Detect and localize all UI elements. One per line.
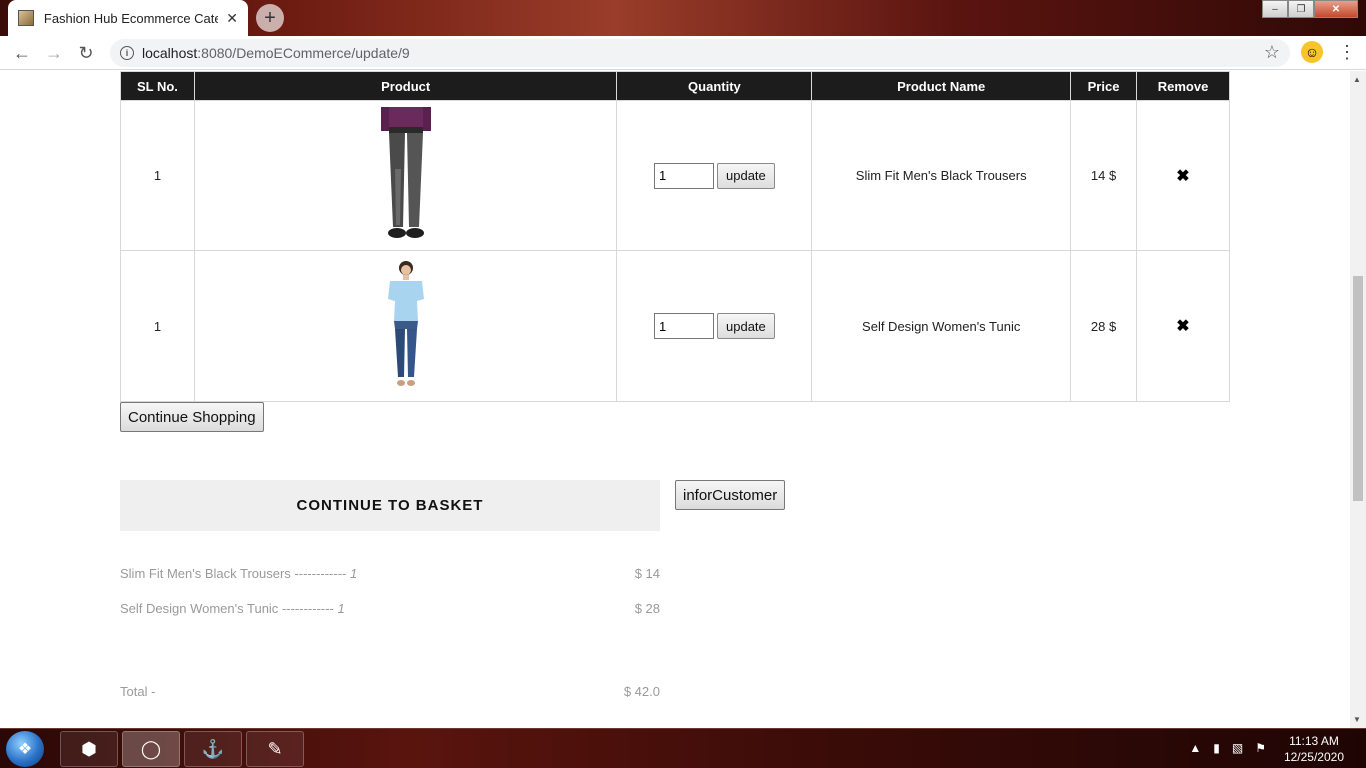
url-path: :8080/DemoECommerce/update/9 xyxy=(197,45,410,61)
taskbar-clock[interactable]: 11:13 AM 12/25/2020 xyxy=(1284,733,1344,765)
browser-title-bar: Fashion Hub Ecommerce Catego ✕ + – ❐ ✕ xyxy=(0,0,1366,36)
chrome-taskbar-icon[interactable]: ◯ xyxy=(122,731,180,767)
page-viewport: SL No. Product Quantity Product Name Pri… xyxy=(0,71,1350,728)
clock-date: 12/25/2020 xyxy=(1283,750,1344,764)
sl-no-cell: 1 xyxy=(120,250,195,402)
price-cell: 14 $ xyxy=(1070,100,1138,251)
clock-time: 11:13 AM xyxy=(1289,734,1339,748)
header-price: Price xyxy=(1070,71,1138,101)
price-cell: 28 $ xyxy=(1070,250,1138,402)
total-value: $ 42.0 xyxy=(623,684,660,699)
summary-item-dashes: ------------ xyxy=(281,601,334,616)
remove-x-icon[interactable]: ✖ xyxy=(1176,318,1189,335)
page-scrollbar[interactable]: ▲ ▼ xyxy=(1350,71,1366,728)
quantity-input[interactable] xyxy=(654,313,715,339)
url-host: localhost xyxy=(142,45,198,61)
total-label: Total - xyxy=(120,684,156,699)
product-image-cell xyxy=(193,250,618,402)
scroll-down-arrow-icon[interactable]: ▼ xyxy=(1353,715,1361,724)
table-row: 1 xyxy=(120,100,1230,251)
summary-total: Total - $ 42.0 xyxy=(120,684,660,699)
infor-customer-button[interactable]: inforCustomer xyxy=(675,480,786,510)
paint-taskbar-icon[interactable]: ✎ xyxy=(246,731,304,767)
summary-item: Self Design Women's Tunic ------------ 1… xyxy=(120,601,660,616)
action-center-flag-icon[interactable]: ⚑ xyxy=(1255,741,1266,755)
header-product: Product xyxy=(193,71,618,101)
url-text: localhost:8080/DemoECommerce/update/9 xyxy=(142,45,410,61)
header-sl-no: SL No. xyxy=(120,71,195,101)
maximize-button[interactable]: ❐ xyxy=(1288,0,1314,18)
window-controls: – ❐ ✕ xyxy=(1262,0,1358,18)
table-row: 1 xyxy=(120,250,1230,402)
profile-avatar-icon[interactable]: ☺ xyxy=(1301,41,1323,63)
summary-item-dashes: ------------ xyxy=(294,566,347,581)
header-remove: Remove xyxy=(1136,71,1230,101)
favicon-icon xyxy=(18,10,34,26)
reload-icon[interactable]: ↻ xyxy=(74,41,98,65)
forward-arrow-icon[interactable]: → xyxy=(42,41,66,65)
remove-cell: ✖ xyxy=(1136,100,1230,251)
browser-menu-icon[interactable]: ⋮ xyxy=(1338,42,1356,63)
product-image-tunic[interactable] xyxy=(384,259,428,391)
quantity-cell: update xyxy=(616,100,813,251)
new-tab-button[interactable]: + xyxy=(256,4,284,32)
show-hidden-icons-icon[interactable]: ▲ xyxy=(1189,741,1201,755)
cart-header-row: SL No. Product Quantity Product Name Pri… xyxy=(120,71,1230,101)
cart-table: SL No. Product Quantity Product Name Pri… xyxy=(120,71,1230,402)
header-product-name: Product Name xyxy=(811,71,1072,101)
summary-item-price: $ 14 xyxy=(634,566,660,581)
summary-item-name: Self Design Women's Tunic xyxy=(120,601,279,616)
product-name-cell: Self Design Women's Tunic xyxy=(811,250,1072,402)
system-tray: ▲ ▮ ▧ ⚑ xyxy=(1189,741,1266,755)
tab-title: Fashion Hub Ecommerce Catego xyxy=(43,10,219,26)
tab-close-icon[interactable]: ✕ xyxy=(226,10,238,27)
scroll-up-arrow-icon[interactable]: ▲ xyxy=(1353,75,1361,84)
browser-tab[interactable]: Fashion Hub Ecommerce Catego ✕ xyxy=(8,0,248,36)
minimize-button[interactable]: – xyxy=(1262,0,1288,18)
product-image-cell xyxy=(193,100,618,251)
update-button[interactable]: update xyxy=(717,162,775,189)
sl-no-cell: 1 xyxy=(120,100,195,251)
continue-shopping-button[interactable]: Continue Shopping xyxy=(120,402,264,432)
mysql-workbench-taskbar-icon[interactable]: ⚓ xyxy=(184,731,242,767)
network-signal-icon[interactable]: ▮ xyxy=(1213,741,1220,755)
site-info-icon[interactable]: i xyxy=(120,46,134,60)
remove-x-icon[interactable]: ✖ xyxy=(1176,168,1189,185)
summary-item-name: Slim Fit Men's Black Trousers xyxy=(120,566,291,581)
update-button[interactable]: update xyxy=(717,313,775,339)
close-window-button[interactable]: ✕ xyxy=(1314,0,1358,18)
summary-item-qty: 1 xyxy=(337,601,345,616)
summary-item-label: Self Design Women's Tunic ------------ 1 xyxy=(120,601,345,616)
summary-item: Slim Fit Men's Black Trousers ----------… xyxy=(120,566,660,581)
windows-taskbar: ❖ ⬢ ◯ ⚓ ✎ ▲ ▮ ▧ ⚑ 11:13 AM 12/25/2020 xyxy=(0,728,1366,768)
summary-item-price: $ 28 xyxy=(634,601,660,616)
header-quantity: Quantity xyxy=(616,71,813,101)
quantity-input[interactable] xyxy=(654,162,715,189)
windows-start-icon[interactable]: ❖ xyxy=(6,731,44,767)
browser-toolbar: ← → ↻ i localhost:8080/DemoECommerce/upd… xyxy=(0,36,1366,70)
summary-item-label: Slim Fit Men's Black Trousers ----------… xyxy=(120,566,357,581)
address-bar[interactable]: i localhost:8080/DemoECommerce/update/9 … xyxy=(110,39,1290,67)
quantity-cell: update xyxy=(616,250,813,402)
continue-to-basket-button[interactable]: CONTINUE TO BASKET xyxy=(120,480,660,531)
back-arrow-icon[interactable]: ← xyxy=(10,41,34,65)
remove-cell: ✖ xyxy=(1136,250,1230,402)
bookmark-star-icon[interactable]: ☆ xyxy=(1264,42,1280,63)
product-name-cell: Slim Fit Men's Black Trousers xyxy=(811,100,1072,251)
virtualbox-taskbar-icon[interactable]: ⬢ xyxy=(60,731,118,767)
product-image-trousers[interactable] xyxy=(371,107,441,241)
scrollbar-thumb[interactable] xyxy=(1353,276,1363,501)
summary-item-qty: 1 xyxy=(350,566,358,581)
power-icon[interactable]: ▧ xyxy=(1232,741,1243,755)
